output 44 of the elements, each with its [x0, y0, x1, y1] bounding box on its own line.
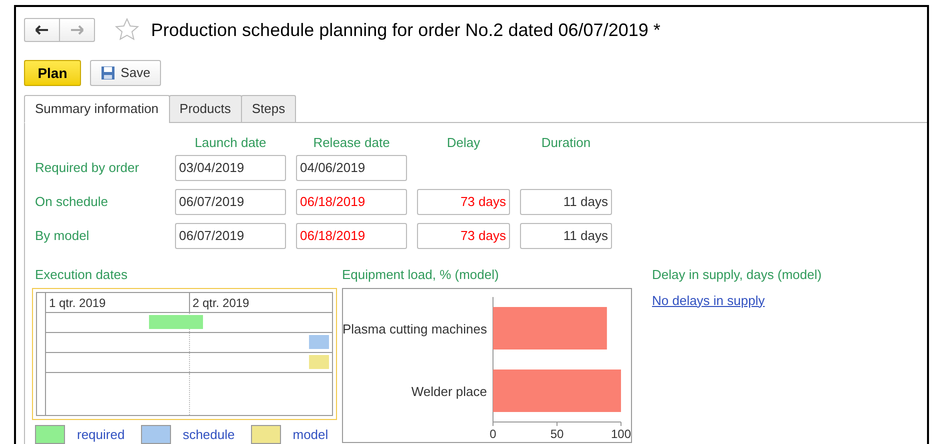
- row-label: By model: [35, 227, 90, 246]
- date-field[interactable]: 11 days: [520, 189, 612, 215]
- column-header: Delay: [446, 135, 480, 150]
- date-field[interactable]: 06/18/2019: [296, 189, 407, 215]
- legend-label: schedule: [182, 426, 235, 444]
- forward-arrow-icon: [70, 25, 84, 35]
- star-icon[interactable]: [115, 18, 139, 42]
- gantt-bar: [309, 334, 330, 348]
- tick-label: 50: [550, 426, 564, 440]
- gantt-period-label: 1 qtr. 2019: [49, 296, 106, 310]
- gantt-bar: [148, 314, 204, 328]
- tab[interactable]: Summary information: [24, 95, 170, 123]
- column-header: Duration: [541, 135, 591, 150]
- date-field[interactable]: 03/04/2019: [175, 155, 286, 181]
- date-field[interactable]: 73 days: [417, 189, 510, 215]
- plan-button[interactable]: Plan: [24, 60, 81, 86]
- category-label: Welder place: [411, 383, 487, 398]
- column-header: Release date: [313, 135, 390, 150]
- gantt-bar: [309, 354, 330, 368]
- back-arrow-icon: [35, 25, 49, 35]
- legend-label: model: [292, 426, 328, 444]
- row-label: Required by order: [35, 159, 140, 178]
- row-label: On schedule: [35, 193, 109, 212]
- column-header: Launch date: [194, 135, 266, 150]
- back-button[interactable]: [24, 18, 60, 42]
- legend-label: required: [77, 426, 125, 444]
- supply-link[interactable]: No delays in supply: [652, 290, 765, 310]
- date-field[interactable]: 04/06/2019: [296, 155, 407, 181]
- date-field[interactable]: 73 days: [417, 223, 510, 249]
- save-button[interactable]: Save: [90, 60, 161, 86]
- section-title: Execution dates: [35, 266, 129, 284]
- section-title: Equipment load, % (model): [342, 266, 500, 284]
- date-field[interactable]: 06/18/2019: [296, 223, 407, 249]
- tick-label: 0: [490, 426, 496, 440]
- date-field[interactable]: 06/07/2019: [175, 223, 286, 249]
- date-field[interactable]: 11 days: [520, 223, 612, 249]
- tick-label: 100: [610, 426, 631, 440]
- window-title: Production schedule planning for order No.2 dated 06/07/2019 *: [151, 18, 660, 42]
- section-title: Delay in supply, days (model): [652, 266, 822, 284]
- category-label: Plasma cutting machines: [343, 320, 487, 336]
- gantt-period-label: 2 qtr. 2019: [192, 296, 250, 310]
- tab[interactable]: Products: [168, 95, 242, 123]
- date-field[interactable]: 06/07/2019: [175, 189, 286, 215]
- tab[interactable]: Steps: [240, 95, 296, 123]
